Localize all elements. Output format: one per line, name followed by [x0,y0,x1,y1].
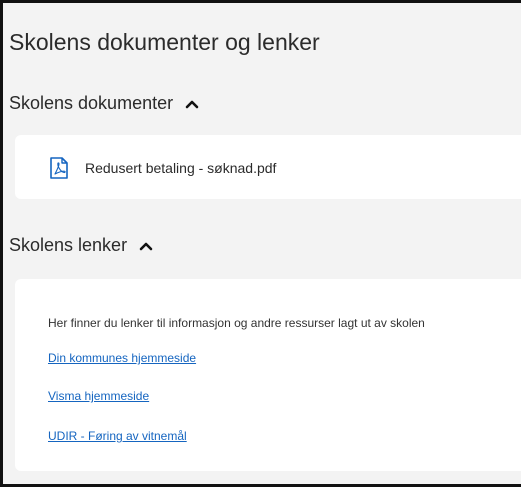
links-section-header[interactable]: Skolens lenker [9,235,153,256]
documents-card: Redusert betaling - søknad.pdf [15,135,521,199]
links-card: Her finner du lenker til informasjon og … [15,279,521,471]
chevron-up-icon [185,100,199,108]
chevron-up-icon [139,242,153,250]
link-visma-hjemmeside[interactable]: Visma hjemmeside [48,389,149,403]
page-title: Skolens dokumenter og lenker [9,29,320,55]
links-section-title: Skolens lenker [9,235,128,255]
link-din-kommunes-hjemmeside[interactable]: Din kommunes hjemmeside [48,351,196,365]
documents-and-links-panel: Skolens dokumenter og lenker Skolens dok… [3,3,521,484]
pdf-file-icon [50,157,68,179]
links-intro-text: Her finner du lenker til informasjon og … [48,316,425,330]
link-udir-foring-av-vitnemal[interactable]: UDIR - Føring av vitnemål [48,429,187,443]
documents-section-title: Skolens dokumenter [9,93,174,113]
document-item-label: Redusert betaling - søknad.pdf [85,160,277,176]
document-item[interactable]: Redusert betaling - søknad.pdf [49,157,276,179]
documents-section-header[interactable]: Skolens dokumenter [9,93,199,114]
